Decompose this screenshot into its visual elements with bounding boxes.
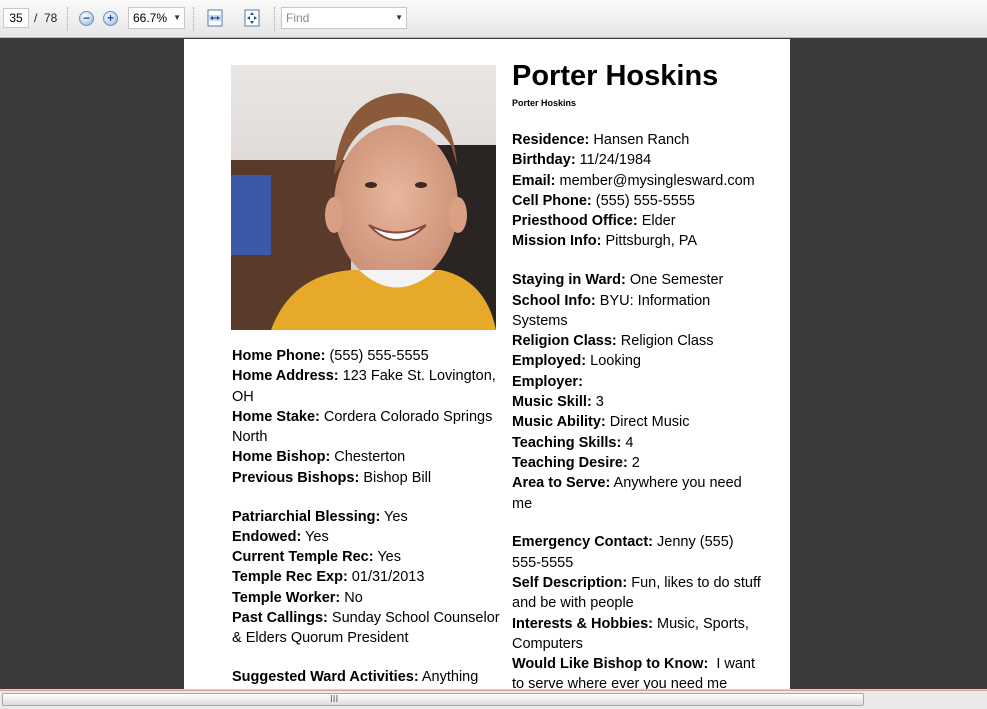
field-patriarchial-blessing: Patriarchial Blessing: Yes — [232, 508, 408, 525]
scrollbar-grip-icon: III — [330, 694, 339, 705]
field-home-stake: Home Stake: Cordera Colorado Springs Nor… — [232, 408, 493, 446]
pdf-toolbar: 35 / 78 − + 66.7% ▼ Find ▼ — [0, 0, 987, 38]
field-cell-phone: Cell Phone: (555) 555-5555 — [512, 192, 695, 209]
field-home-phone: Home Phone: (555) 555-5555 — [232, 348, 429, 364]
find-placeholder: Find — [286, 11, 310, 25]
chevron-down-icon: ▼ — [173, 13, 181, 22]
person-photo-image — [231, 65, 496, 330]
field-would-like-bishop-to-know: Would Like Bishop to Know: I want to ser… — [512, 656, 760, 689]
field-area-to-serve: Area to Serve: Anywhere you need me — [512, 475, 742, 512]
field-staying-in-ward: Staying in Ward: One Semester — [512, 272, 724, 289]
profile-name-heading: Porter Hoskins — [512, 60, 719, 92]
fit-width-icon — [207, 9, 223, 27]
field-music-skill: Music Skill: 3 — [512, 394, 604, 411]
fit-page-icon — [244, 9, 260, 27]
field-email: Email: member@mysinglesward.com — [512, 172, 755, 189]
fit-page-button[interactable] — [243, 9, 261, 27]
toolbar-separator — [67, 7, 69, 31]
field-interests-hobbies: Interests & Hobbies: Music, Sports, Comp… — [512, 615, 749, 652]
chevron-down-icon[interactable]: ▼ — [395, 8, 403, 28]
fit-width-button[interactable] — [206, 9, 224, 27]
page-number-input[interactable]: 35 — [3, 8, 29, 28]
zoom-level-select[interactable]: 66.7% ▼ — [128, 7, 185, 29]
field-employer: Employer: — [512, 373, 583, 390]
field-previous-bishops: Previous Bishops: Bishop Bill — [232, 469, 432, 486]
field-school-info: School Info: BYU: Information Systems — [512, 292, 711, 329]
field-teaching-skills: Teaching Skills: 4 — [512, 434, 634, 451]
field-religion-class: Religion Class: Religion Class — [512, 333, 714, 350]
zoom-out-button[interactable]: − — [79, 11, 94, 26]
field-priesthood-office: Priesthood Office: Elder — [512, 213, 676, 230]
field-temple-rec-exp: Temple Rec Exp: 01/31/2013 — [232, 569, 425, 586]
zoom-out-icon: − — [82, 11, 90, 25]
field-endowed: Endowed: Yes — [232, 528, 329, 545]
field-emergency-contact: Emergency Contact: Jenny (555) 555-5555 — [512, 534, 734, 571]
field-birthday: Birthday: 11/24/1984 — [512, 152, 652, 169]
profile-left-column: Home Phone: (555) 555-5555 Home Address:… — [232, 346, 502, 687]
horizontal-scrollbar[interactable]: III — [0, 689, 987, 709]
field-temple-worker: Temple Worker: No — [232, 589, 363, 606]
field-past-callings: Past Callings: Sunday School Counselor &… — [232, 610, 500, 647]
scrollbar-thumb[interactable]: III — [2, 693, 864, 706]
field-music-ability: Music Ability: Direct Music — [512, 414, 690, 431]
profile-photo — [231, 65, 496, 330]
field-employed: Employed: Looking — [512, 353, 641, 370]
field-mission-info: Mission Info: Pittsburgh, PA — [512, 233, 698, 250]
field-current-temple-rec: Current Temple Rec: Yes — [232, 549, 401, 566]
profile-right-column: Residence: Hansen Ranch Birthday: 11/24/… — [512, 130, 762, 689]
field-teaching-desire: Teaching Desire: 2 — [512, 454, 640, 471]
document-page: Porter Hoskins Porter Hoskins Home Phone… — [184, 39, 790, 689]
find-input[interactable]: Find ▼ — [281, 7, 407, 29]
page-total-label: / 78 — [34, 11, 58, 25]
field-residence: Residence: Hansen Ranch — [512, 132, 690, 148]
field-self-description: Self Description: Fun, likes to do stuff… — [512, 574, 761, 612]
field-home-bishop: Home Bishop: Chesterton — [232, 449, 406, 466]
zoom-in-button[interactable]: + — [103, 11, 118, 26]
toolbar-separator — [274, 7, 276, 31]
field-home-address: Home Address: 123 Fake St. Lovington, OH — [232, 368, 496, 405]
scroll-edge-line — [0, 690, 987, 691]
field-suggested-ward-activities: Suggested Ward Activities: Anything — [232, 669, 479, 686]
profile-name-caption: Porter Hoskins — [512, 98, 577, 108]
toolbar-separator — [193, 7, 195, 31]
zoom-in-icon: + — [106, 11, 114, 25]
zoom-level-value: 66.7% — [133, 11, 168, 25]
